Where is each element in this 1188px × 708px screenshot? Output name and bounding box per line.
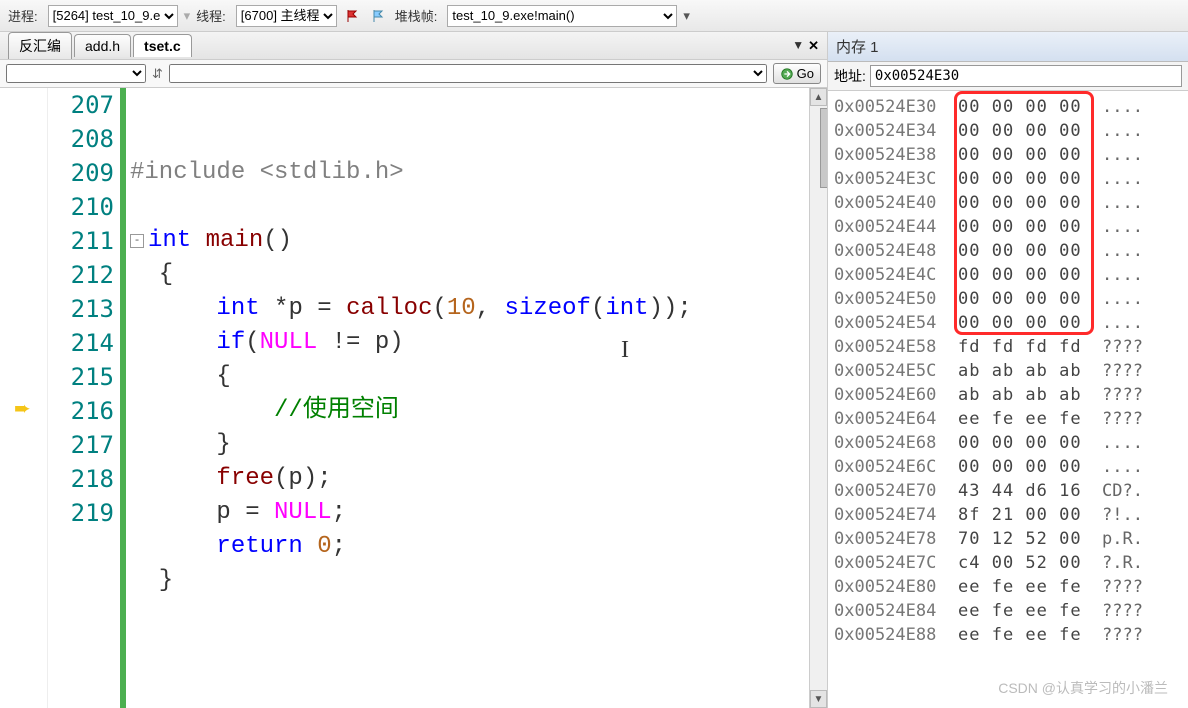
execution-arrow-icon: ➨ <box>14 396 31 421</box>
code-editor-pane: 反汇编 add.h tset.c ▼ ✕ ⇵ Go ➨ 207208209210… <box>0 32 828 708</box>
memory-row[interactable]: 0x00524E748f 21 00 00?!.. <box>834 503 1182 527</box>
member-select[interactable] <box>169 64 767 83</box>
memory-title: 内存 1 <box>828 32 1188 62</box>
watermark-text: CSDN @认真学习的小潘兰 <box>998 678 1168 698</box>
mouse-cursor-icon <box>686 438 827 540</box>
breakpoint-margin[interactable]: ➨ <box>0 88 48 708</box>
address-label: 地址: <box>834 66 866 86</box>
memory-row[interactable]: 0x00524E58fd fd fd fd???? <box>834 335 1182 359</box>
code-area[interactable]: ➨ 20720820921021121221321421521621721821… <box>0 88 827 708</box>
memory-row[interactable]: 0x00524E64ee fe ee fe???? <box>834 407 1182 431</box>
dropdown-icon[interactable]: ▾ <box>683 8 690 24</box>
editor-tabs: 反汇编 add.h tset.c ▼ ✕ <box>0 32 827 60</box>
tab-disassembly[interactable]: 反汇编 <box>8 32 72 59</box>
flag-red-icon[interactable] <box>343 6 363 26</box>
stack-select[interactable]: test_10_9.exe!main() <box>447 5 677 27</box>
memory-row[interactable]: 0x00524E88ee fe ee fe???? <box>834 623 1182 647</box>
memory-row[interactable]: 0x00524E6800 00 00 00.... <box>834 431 1182 455</box>
tab-tset-c[interactable]: tset.c <box>133 34 192 57</box>
thread-label: 线程: <box>196 6 226 25</box>
tab-dropdown-icon[interactable]: ▼ <box>792 38 804 54</box>
memory-row[interactable]: 0x00524E7043 44 d6 16CD?. <box>834 479 1182 503</box>
memory-row[interactable]: 0x00524E6C00 00 00 00.... <box>834 455 1182 479</box>
tab-add-h[interactable]: add.h <box>74 34 131 57</box>
memory-row[interactable]: 0x00524E80ee fe ee fe???? <box>834 575 1182 599</box>
thread-select[interactable]: [6700] 主线程 <box>236 5 337 27</box>
text-cursor-icon: I <box>621 333 629 367</box>
memory-row[interactable]: 0x00524E5Cab ab ab ab???? <box>834 359 1182 383</box>
memory-rows[interactable]: 0x00524E3000 00 00 00....0x00524E3400 00… <box>828 91 1188 708</box>
line-numbers: 207208209210211212213214215216217218219 <box>48 88 120 708</box>
separator-icon: ▾ <box>184 8 191 24</box>
highlight-rect <box>954 91 1094 335</box>
editor-scrollbar[interactable]: ▲ ▼ <box>809 88 827 708</box>
memory-address-row: 地址: <box>828 62 1188 91</box>
memory-pane: 内存 1 地址: 0x00524E3000 00 00 00....0x0052… <box>828 32 1188 708</box>
editor-nav-bar: ⇵ Go <box>0 60 827 88</box>
debug-toolbar: 进程: [5264] test_10_9.e ▾ 线程: [6700] 主线程 … <box>0 0 1188 32</box>
stack-label: 堆栈帧: <box>395 6 438 25</box>
address-input[interactable] <box>870 65 1182 87</box>
flag-blue-icon[interactable] <box>369 6 389 26</box>
scroll-up-icon[interactable]: ▲ <box>810 88 827 106</box>
process-label: 进程: <box>8 6 38 25</box>
scope-select[interactable] <box>6 64 146 83</box>
process-select[interactable]: [5264] test_10_9.e <box>48 5 178 27</box>
memory-row[interactable]: 0x00524E60ab ab ab ab???? <box>834 383 1182 407</box>
code-text[interactable]: #include <stdlib.h>-int main() { int *p … <box>126 88 809 708</box>
go-button[interactable]: Go <box>773 63 821 84</box>
memory-row[interactable]: 0x00524E7870 12 52 00p.R. <box>834 527 1182 551</box>
fold-toggle-icon[interactable]: - <box>130 234 144 248</box>
memory-row[interactable]: 0x00524E84ee fe ee fe???? <box>834 599 1182 623</box>
memory-row[interactable]: 0x00524E7Cc4 00 52 00?.R. <box>834 551 1182 575</box>
scroll-down-icon[interactable]: ▼ <box>810 690 827 708</box>
tab-close-icon[interactable]: ✕ <box>808 38 819 54</box>
sort-icon[interactable]: ⇵ <box>152 66 163 82</box>
